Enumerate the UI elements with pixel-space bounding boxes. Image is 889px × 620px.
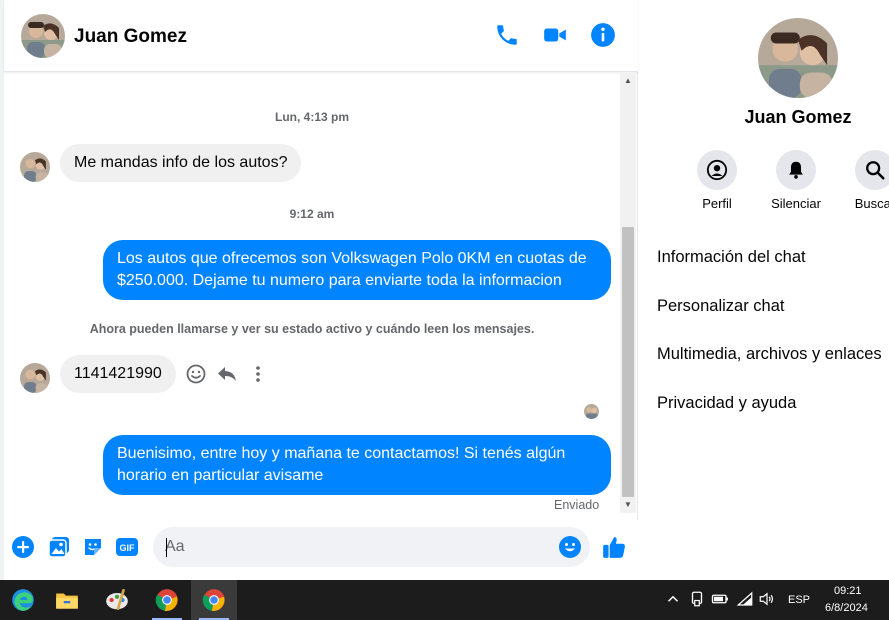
profile-icon	[697, 150, 737, 190]
contact-avatar-large[interactable]	[758, 18, 838, 98]
search-label: Buscar	[854, 196, 889, 211]
sticker-icon[interactable]	[81, 535, 105, 559]
customize-chat-item[interactable]: Personalizar chat	[657, 297, 784, 316]
seen-avatar	[584, 404, 599, 419]
message-scrollbar[interactable]: ▲ ▼	[620, 73, 636, 513]
composer: GIF	[4, 520, 638, 580]
battery-icon[interactable]	[711, 590, 729, 608]
windows-taskbar: ESP 09:21 6/8/2024	[0, 580, 889, 620]
contact-name-large: Juan Gomez	[744, 107, 852, 127]
volume-icon[interactable]	[758, 590, 776, 608]
outgoing-message[interactable]: Buenisimo, entre hoy y mañana te contact…	[103, 435, 611, 495]
show-hidden-icons-chevron-icon[interactable]	[664, 590, 682, 608]
contact-name[interactable]: Juan Gomez	[74, 26, 187, 48]
message-avatar[interactable]	[20, 152, 50, 182]
info-icon[interactable]	[590, 22, 616, 48]
system-note: Ahora pueden llamarse y ver su estado ac…	[89, 322, 535, 336]
bell-icon	[776, 150, 816, 190]
timestamp: 9:12 am	[289, 207, 335, 221]
thumbs-up-icon[interactable]	[601, 534, 625, 558]
message-list: Lun, 4:13 pm Me mandas info de los autos…	[4, 73, 620, 520]
reply-icon[interactable]	[215, 362, 239, 386]
timestamp: Lun, 4:13 pm	[274, 110, 349, 124]
scroll-thumb[interactable]	[622, 227, 634, 497]
outgoing-message[interactable]: Los autos que ofrecemos son Volkswagen P…	[103, 240, 611, 300]
incoming-message[interactable]: Me mandas info de los autos?	[60, 144, 302, 182]
message-avatar[interactable]	[20, 363, 50, 393]
gif-icon[interactable]: GIF	[115, 535, 139, 559]
search-button[interactable]: Buscar	[837, 150, 889, 211]
smiley-icon[interactable]	[184, 362, 208, 386]
chat-info-panel: Juan Gomez Perfil Silenciar Buscar Infor…	[639, 0, 889, 580]
video-camera-icon[interactable]	[542, 22, 568, 48]
app-window: Juan Gomez Lun, 4:13 pm Me mandas info d…	[0, 0, 889, 620]
media-files-links-item[interactable]: Multimedia, archivos y enlaces	[657, 345, 882, 364]
chat-header: Juan Gomez	[4, 0, 638, 72]
phone-icon[interactable]	[494, 22, 520, 48]
paint-app-icon[interactable]	[94, 580, 140, 620]
text-cursor	[166, 538, 167, 557]
profile-label: Perfil	[702, 196, 732, 211]
mute-label: Silenciar	[771, 196, 821, 211]
profile-button[interactable]: Perfil	[679, 150, 755, 211]
clock-time[interactable]: 09:21	[834, 585, 862, 597]
scroll-up-arrow[interactable]: ▲	[620, 73, 636, 89]
message-line: Los autos que ofrecemos son Volkswagen P…	[117, 250, 587, 267]
chat-info-item[interactable]: Información del chat	[657, 248, 806, 267]
device-sync-icon[interactable]	[688, 590, 706, 608]
chat-pane: Juan Gomez Lun, 4:13 pm Me mandas info d…	[0, 0, 638, 580]
clock-date[interactable]: 6/8/2024	[825, 602, 868, 614]
scroll-down-arrow[interactable]: ▼	[620, 497, 636, 513]
message-line: $250.000. Dejame tu numero para enviarte…	[117, 272, 562, 289]
message-input[interactable]	[153, 527, 590, 567]
privacy-help-item[interactable]: Privacidad y ayuda	[657, 394, 796, 413]
search-icon	[855, 150, 889, 190]
edge-browser-icon[interactable]	[0, 580, 46, 620]
add-plus-icon[interactable]	[11, 535, 35, 559]
more-options-icon[interactable]	[246, 362, 270, 386]
message-line: horario en particular avisame	[117, 467, 324, 484]
chrome-browser-active-icon[interactable]	[191, 580, 237, 620]
emoji-icon[interactable]	[558, 535, 582, 559]
wifi-icon[interactable]	[736, 590, 754, 608]
contact-avatar[interactable]	[21, 14, 65, 58]
message-line: Buenisimo, entre hoy y mañana te contact…	[117, 445, 566, 462]
keyboard-language[interactable]: ESP	[788, 594, 810, 606]
incoming-message[interactable]: 1141421990	[60, 355, 176, 393]
image-gallery-icon[interactable]	[47, 535, 71, 559]
chrome-browser-icon[interactable]	[144, 580, 190, 620]
mute-button[interactable]: Silenciar	[758, 150, 834, 211]
file-explorer-icon[interactable]	[44, 580, 90, 620]
sent-status: Enviado	[554, 498, 600, 512]
gif-label: GIF	[120, 543, 136, 553]
